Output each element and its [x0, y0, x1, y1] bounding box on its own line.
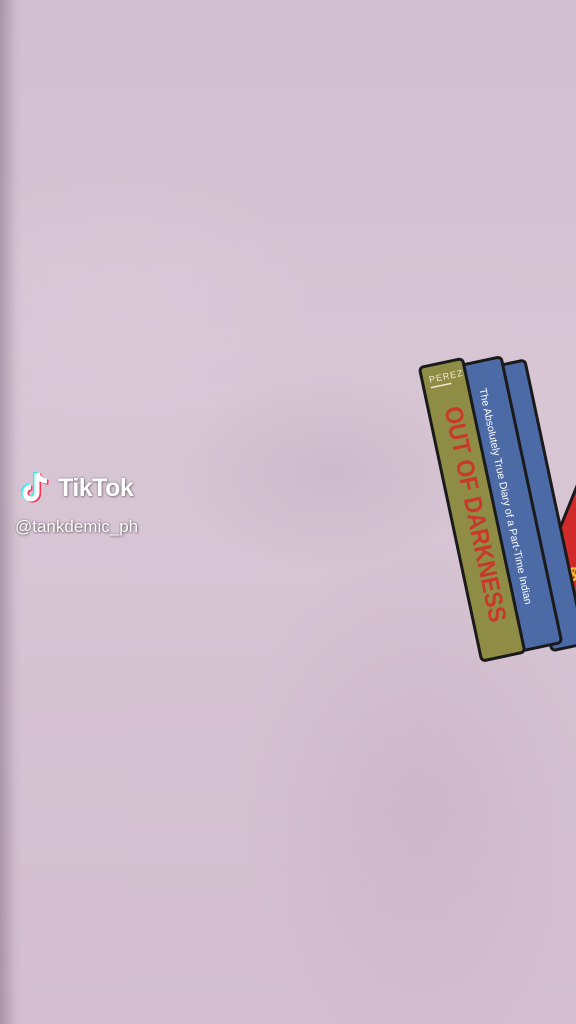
- tiktok-brand-label: TikTok: [58, 473, 134, 502]
- tiktok-note-icon: [21, 471, 49, 503]
- book-stack-print: $ The Absolutely True Diary of a Part-Ti…: [418, 355, 576, 662]
- tiktok-watermark: TikTok: [18, 470, 134, 506]
- tiktok-handle: @tankdemic_ph: [15, 517, 139, 536]
